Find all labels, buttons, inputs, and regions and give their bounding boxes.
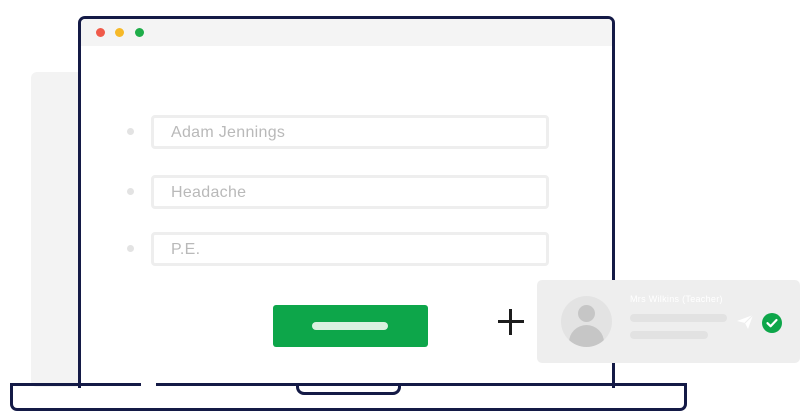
bullet-icon: [127, 245, 134, 252]
laptop-base-notch: [296, 383, 401, 395]
plus-icon: [498, 309, 524, 335]
bullet-icon: [127, 188, 134, 195]
recipient-name: Mrs Wilkins (Teacher): [630, 294, 723, 304]
send-icon[interactable]: [736, 314, 754, 330]
avatar-head: [578, 305, 595, 322]
window-titlebar: [81, 19, 612, 46]
form-row-name: Adam Jennings: [81, 115, 551, 149]
laptop-base-edge-right: [156, 383, 687, 386]
notification-card[interactable]: Mrs Wilkins (Teacher): [537, 280, 800, 363]
minimize-dot-icon[interactable]: [115, 28, 124, 37]
avatar-body: [569, 325, 604, 347]
check-circle-icon: [762, 313, 782, 333]
message-line-placeholder: [630, 314, 727, 322]
bullet-icon: [127, 128, 134, 135]
submit-button-label-placeholder: [312, 322, 388, 330]
form-row-lesson: P.E.: [81, 232, 551, 266]
form-row-reason: Headache: [81, 175, 551, 209]
name-field[interactable]: Adam Jennings: [151, 115, 549, 149]
avatar: [561, 296, 612, 347]
laptop-screen: Adam Jennings Headache P.E.: [78, 16, 615, 388]
laptop-base-edge-left: [10, 383, 141, 386]
illustration: Adam Jennings Headache P.E. Mrs Wilkins …: [0, 0, 800, 415]
reason-field[interactable]: Headache: [151, 175, 549, 209]
message-line-placeholder: [630, 331, 708, 339]
submit-button[interactable]: [273, 305, 428, 347]
maximize-dot-icon[interactable]: [135, 28, 144, 37]
lesson-field[interactable]: P.E.: [151, 232, 549, 266]
close-dot-icon[interactable]: [96, 28, 105, 37]
